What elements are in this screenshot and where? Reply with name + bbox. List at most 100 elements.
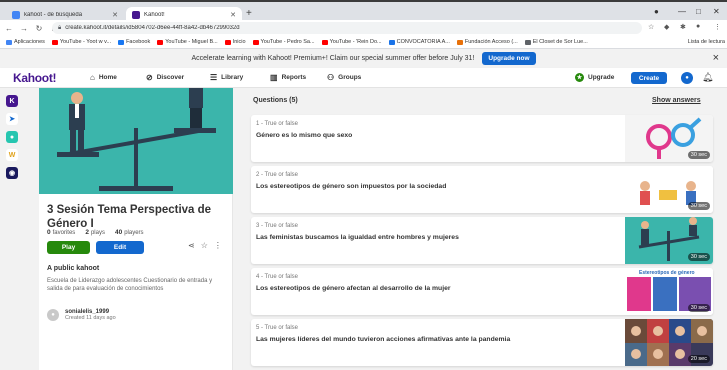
question-card[interactable]: 5 - True or false Las mujeres líderes de…	[251, 319, 713, 366]
new-tab-button[interactable]: +	[246, 8, 252, 19]
bookmark-item[interactable]: Inicio	[224, 39, 246, 45]
time-badge: 30 sec	[687, 202, 710, 210]
nav-label: Home	[98, 74, 117, 81]
notification-bell-icon[interactable]: 🔔︎	[702, 72, 713, 83]
kahoot-favicon-icon	[132, 10, 140, 19]
kahoot-description: Escuela de Liderazgo adolescentes Cuesti…	[47, 278, 213, 292]
question-card[interactable]: 1 - True or false Género es lo mismo que…	[251, 115, 713, 162]
extension-icon[interactable]: ◆	[664, 23, 669, 31]
question-type: 1 - True or false	[256, 121, 299, 127]
question-thumbnail: 20 sec	[625, 319, 713, 366]
account-avatar-icon[interactable]: ●	[696, 23, 700, 30]
question-type: 4 - True or false	[256, 274, 299, 280]
tab-title: kahoot - de búsqueda	[24, 11, 83, 18]
question-card[interactable]: 3 - True or false Las feministas buscamo…	[251, 217, 713, 264]
bookmark-label: Facebook	[126, 39, 151, 45]
home-icon: ⌂	[90, 73, 95, 82]
question-card[interactable]: 2 - True or false Los estereotipos de gé…	[251, 166, 713, 213]
jumbled-app-icon[interactable]: ◉	[6, 167, 18, 179]
menu-kebab-icon[interactable]: ⋮	[714, 23, 721, 31]
groups-icon: ⚇	[327, 73, 335, 82]
puzzle-icon[interactable]: ✱	[680, 23, 686, 31]
bookmark-item[interactable]: CONVOCATORIA A...	[388, 39, 450, 45]
nav-label: Groups	[338, 74, 362, 81]
bookmark-star-icon[interactable]: ☆	[648, 23, 654, 31]
question-type: 2 - True or false	[256, 172, 299, 178]
url-text: create.kahoot.it/details/id5804702-d6ee-…	[65, 25, 240, 31]
question-text: Las mujeres líderes del mundo tuvieron a…	[256, 336, 511, 343]
question-thumbnail: 30 sec	[625, 115, 713, 162]
kahoot-app-icon[interactable]: K	[6, 95, 18, 107]
profile-icon[interactable]: ●	[654, 7, 659, 16]
time-badge: 20 sec	[687, 355, 710, 363]
nav-discover[interactable]: ⊘ Discover	[146, 73, 184, 82]
browser-tab-strip: kahoot - de búsqueda ✕ Kahoot! ✕ + ● — □…	[0, 0, 727, 22]
library-icon: ☰	[210, 73, 218, 82]
lock-icon[interactable]: 🔒︎	[58, 25, 61, 32]
poio-app-icon[interactable]: ●	[6, 131, 18, 143]
favorite-star-icon[interactable]: ☆	[201, 241, 208, 250]
create-button[interactable]: Create	[631, 72, 667, 84]
bookmark-favicon-icon	[252, 39, 259, 45]
more-options-icon[interactable]: ⋮	[214, 241, 222, 250]
owner-info: ● sonialelis_1999 Created 11 days ago	[47, 309, 116, 321]
plays-stat: 2 plays	[85, 229, 105, 236]
visibility-label: A public kahoot	[47, 265, 100, 272]
bookmark-item[interactable]: YouTube - Yoot w v...	[51, 39, 112, 45]
bookmark-item[interactable]: YouTube - Miguel B...	[157, 39, 218, 45]
bookmark-item[interactable]: YouTube - 'Rein Do...	[321, 39, 382, 45]
bookmark-label: YouTube - Miguel B...	[165, 39, 218, 45]
nav-home[interactable]: ⌂ Home	[90, 73, 117, 82]
dragonbox-app-icon[interactable]: W	[6, 149, 18, 161]
bookmark-favicon-icon	[157, 39, 164, 45]
scale-illustration	[39, 88, 233, 194]
upgrade-link[interactable]: ★ Upgrade	[575, 73, 614, 82]
bookmark-item[interactable]: YouTube - Pedro Sa...	[252, 39, 315, 45]
minimize-icon[interactable]: —	[678, 7, 686, 16]
question-text: Género es lo mismo que sexo	[256, 132, 353, 139]
maximize-icon[interactable]: □	[696, 7, 701, 16]
reload-icon[interactable]: ↻	[33, 24, 45, 33]
upgrade-now-button[interactable]: Upgrade now	[482, 52, 536, 65]
nav-groups[interactable]: ⚇ Groups	[327, 73, 361, 82]
close-window-icon[interactable]: ✕	[713, 7, 720, 16]
kahoot-logo[interactable]: Kahoot!	[13, 71, 57, 85]
share-icon[interactable]: ⋖	[188, 241, 195, 250]
tab-title: Kahoot!	[144, 11, 165, 18]
back-icon[interactable]: ←	[3, 24, 15, 33]
drops-app-icon[interactable]: ➤	[6, 113, 18, 125]
bookmark-item[interactable]: Facebook	[118, 39, 150, 45]
url-bar[interactable]: 🔒︎ create.kahoot.it/details/id5804702-d6…	[52, 22, 642, 34]
close-banner-icon[interactable]: ×	[713, 52, 719, 64]
bookmark-label: YouTube - Yoot w v...	[59, 39, 112, 45]
user-avatar[interactable]: ●	[681, 72, 693, 84]
owner-avatar[interactable]: ●	[47, 309, 59, 321]
edit-button[interactable]: Edit	[96, 241, 144, 254]
bookmark-favicon-icon	[321, 39, 328, 45]
question-type: 5 - True or false	[256, 325, 299, 331]
card-actions: ⋖ ☆ ⋮	[188, 241, 222, 250]
nav-label: Discover	[156, 74, 185, 81]
browser-toolbar: ← → ↻ ⌂ 🔒︎ create.kahoot.it/details/id58…	[0, 20, 727, 36]
nav-reports[interactable]: ▥ Reports	[270, 73, 306, 82]
play-button[interactable]: Play	[47, 241, 90, 254]
kahoot-stats: 0 favorites 2 plays 40 players	[47, 229, 144, 236]
kahoot-top-nav: Kahoot! ⌂ Home ⊘ Discover ☰ Library ▥ Re…	[0, 68, 727, 88]
players-stat: 40 players	[114, 229, 144, 236]
close-tab-icon[interactable]: ✕	[230, 11, 236, 19]
close-tab-icon[interactable]: ✕	[112, 11, 118, 19]
app-rail: K ➤ ● W ◉	[6, 95, 20, 179]
promo-text: Accelerate learning with Kahoot! Premium…	[191, 55, 475, 62]
bookmark-item[interactable]: Aplicaciones	[6, 39, 45, 45]
bookmark-item[interactable]: El Closet de Sor Lue...	[524, 39, 588, 45]
bookmark-label: CONVOCATORIA A...	[396, 39, 450, 45]
cover-image	[39, 88, 233, 194]
question-text: Las feministas buscamos la igualdad entr…	[256, 234, 459, 241]
question-card[interactable]: 4 - True or false Los estereotipos de gé…	[251, 268, 713, 315]
bookmark-item[interactable]: Fundación Acceso (...	[456, 39, 518, 45]
show-answers-button[interactable]: Show answers	[652, 97, 701, 104]
forward-icon[interactable]: →	[18, 24, 30, 33]
reading-list[interactable]: Lista de lectura	[684, 39, 725, 45]
nav-library[interactable]: ☰ Library	[210, 73, 243, 82]
bookmark-label: Fundación Acceso (...	[464, 39, 518, 45]
